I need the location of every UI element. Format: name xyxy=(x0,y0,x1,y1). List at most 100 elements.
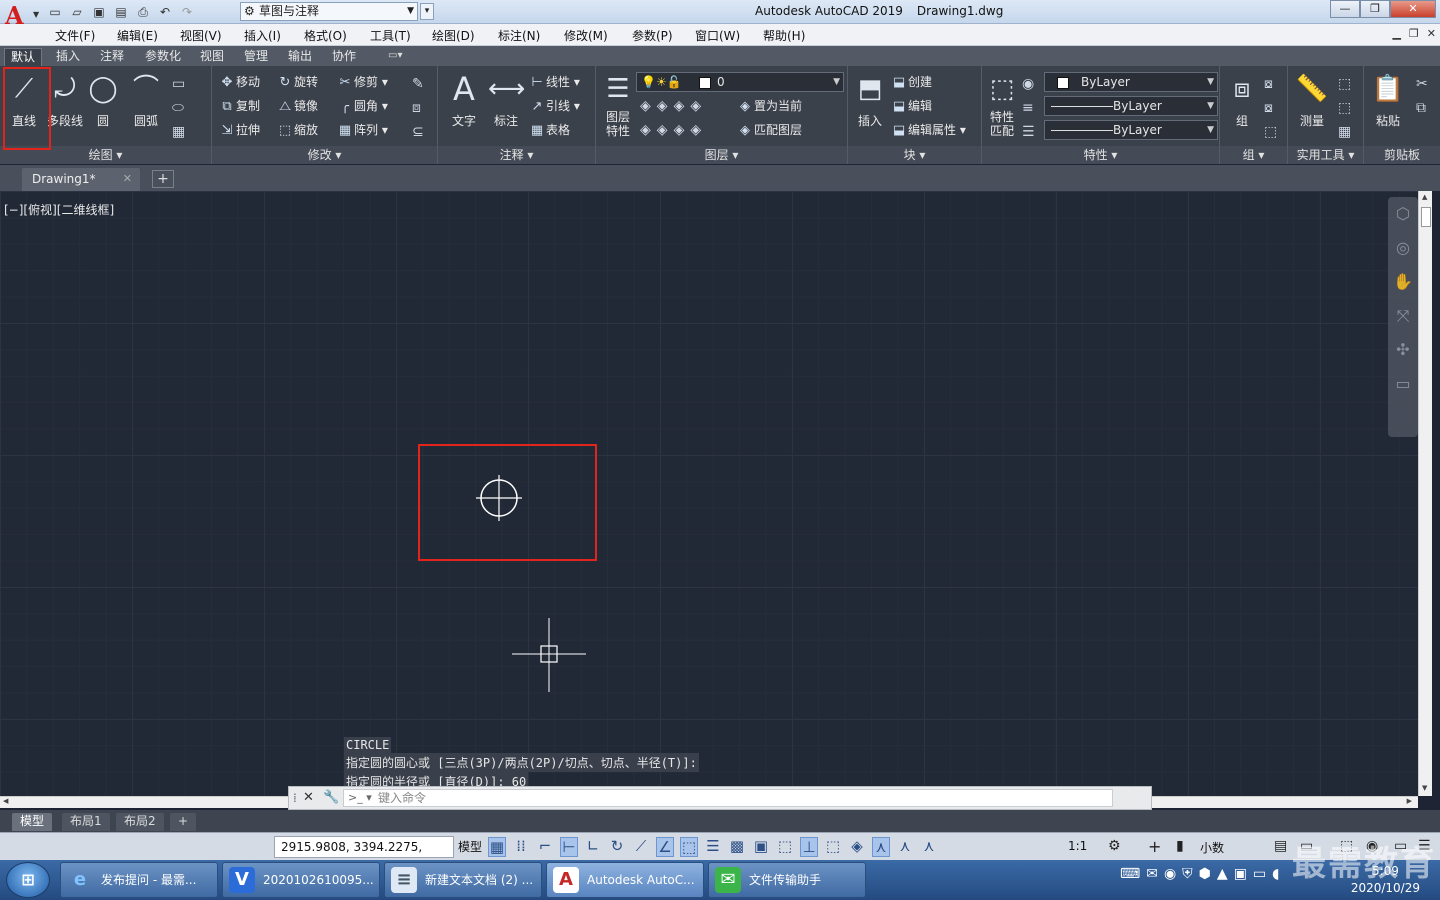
calculator-icon[interactable]: ▦ xyxy=(1338,120,1358,144)
add-layout-button[interactable]: + xyxy=(170,813,197,831)
taskbar-item-notepad[interactable]: ≡ 新建文本文档 (2) ... xyxy=(384,862,542,898)
restore-button[interactable]: ❐ xyxy=(1360,0,1390,18)
lineweight-icon[interactable]: ≡ xyxy=(1022,96,1042,120)
edit-attributes-button[interactable]: ⬓ 编辑属性 ▾ xyxy=(890,120,966,140)
scroll-thumb[interactable] xyxy=(1421,207,1431,227)
minimize-button[interactable]: — xyxy=(1330,0,1360,18)
id-point-icon[interactable]: ⬚ xyxy=(1338,72,1358,96)
vertical-scrollbar[interactable]: ▲ ▼ xyxy=(1418,191,1432,796)
steering-wheel-icon[interactable]: ◎ xyxy=(1388,231,1418,265)
group-button[interactable]: ⧈ 组 xyxy=(1224,70,1260,129)
linear-button[interactable]: ⊢ 线性 ▾ xyxy=(528,72,580,92)
ribbon-toggle-icon[interactable]: ▭▾ xyxy=(388,50,402,61)
utilities-panel-title[interactable]: 实用工具 ▾ xyxy=(1288,146,1363,164)
match-properties-button[interactable]: ⬚ 特性 匹配 xyxy=(984,70,1020,138)
ungroup-icon[interactable]: ⧇ xyxy=(1264,72,1284,96)
match-layer-button[interactable]: ◈ 匹配图层 xyxy=(736,120,802,140)
tab-default[interactable]: 默认 xyxy=(4,48,43,66)
doc-restore-icon[interactable]: ❐ xyxy=(1409,27,1419,40)
units-display[interactable]: 小数 xyxy=(1200,839,1224,856)
tab-annotate[interactable]: 注释 xyxy=(94,48,130,66)
layer-unisolate-icon[interactable]: ◈ xyxy=(657,122,674,138)
pan-icon[interactable]: ✋ xyxy=(1388,265,1418,299)
3d-osnap-icon[interactable]: ⬚ xyxy=(776,837,794,857)
keyboard-icon[interactable]: ⌨ xyxy=(1120,866,1140,882)
properties-panel-title[interactable]: 特性 ▾ xyxy=(982,146,1219,164)
application-menu-button[interactable]: A ▼ xyxy=(2,1,42,30)
menu-view[interactable]: 视图(V) xyxy=(180,27,222,44)
orbit-icon[interactable]: ✣ xyxy=(1388,333,1418,367)
dynamic-ucs-icon[interactable]: ⊥ xyxy=(800,837,818,857)
snap-icon[interactable]: ⁞⁞ xyxy=(512,837,530,857)
insert-block-button[interactable]: ⬒ 插入 xyxy=(852,70,888,129)
taskbar-item-browser[interactable]: e 发布提问 - 最需... xyxy=(60,862,218,898)
selection-cycling-icon[interactable]: ▣ xyxy=(752,837,770,857)
layer-thaw-icon[interactable]: ◈ xyxy=(674,122,691,138)
group-select-icon[interactable]: ⬚ xyxy=(1264,120,1284,144)
volume-icon[interactable]: ◖ xyxy=(1272,866,1279,882)
save-icon[interactable]: ▣ xyxy=(90,3,108,21)
layer-lock-icon[interactable]: ◈ xyxy=(690,98,707,114)
layer-properties-button[interactable]: ☰ 图层 特性 xyxy=(600,70,636,138)
auto-scale-icon[interactable]: ⋏ xyxy=(896,837,914,857)
redo-icon[interactable]: ↷ xyxy=(178,3,196,21)
menu-file[interactable]: 文件(F) xyxy=(55,27,95,44)
close-icon[interactable]: ✕ xyxy=(303,790,314,805)
menu-format[interactable]: 格式(O) xyxy=(304,27,347,44)
drawing-canvas[interactable]: [−][俯视][二维线框] ⬡ ◎ ✋ ⤧ ✣ ▭ ▲ ▼ xyxy=(0,191,1432,796)
taskbar-item-wechat[interactable]: ✉ 文件传输助手 xyxy=(708,862,866,898)
open-folder-icon[interactable]: ▱ xyxy=(68,3,86,21)
menu-help[interactable]: 帮助(H) xyxy=(763,27,805,44)
start-button[interactable]: ⊞ xyxy=(6,862,50,898)
measure-button[interactable]: 📏 测量 xyxy=(1292,70,1332,129)
tab-layout1[interactable]: 布局1 xyxy=(62,813,110,831)
scale-button[interactable]: ⬚ 缩放 xyxy=(276,120,318,140)
menu-dimension[interactable]: 标注(N) xyxy=(498,27,540,44)
explode-icon[interactable]: ⊆ xyxy=(412,120,434,144)
wrench-icon[interactable]: 🔧 xyxy=(323,790,339,805)
dynamic-input-icon[interactable]: ⊢ xyxy=(560,837,578,857)
annotation-scale-icon[interactable]: ⋏ xyxy=(920,837,938,857)
block-panel-title[interactable]: 块 ▾ xyxy=(848,146,981,164)
file-tab-drawing1[interactable]: Drawing1* ✕ xyxy=(22,168,140,191)
close-button[interactable]: ✕ xyxy=(1390,0,1436,18)
grid-icon[interactable]: ▦ xyxy=(488,837,506,857)
color-select[interactable]: ByLayer ▼ xyxy=(1044,72,1218,92)
showmotion-icon[interactable]: ▭ xyxy=(1388,367,1418,401)
taskbar-item-autocad[interactable]: A Autodesk AutoC... xyxy=(546,862,704,898)
region-icon[interactable]: ▦ xyxy=(172,120,206,144)
object-snap-tracking-icon[interactable]: ∠ xyxy=(656,837,674,857)
tab-model[interactable]: 模型 xyxy=(12,813,53,831)
tab-parametric[interactable]: 参数化 xyxy=(139,48,187,66)
doc-close-icon[interactable]: ✕ xyxy=(1427,27,1436,40)
quick-select-icon[interactable]: ⬚ xyxy=(1338,96,1358,120)
layer-unlock-icon[interactable]: ◈ xyxy=(690,122,707,138)
copy-icon[interactable]: ⧉ xyxy=(1416,96,1436,120)
tab-layout2[interactable]: 布局2 xyxy=(116,813,164,831)
object-snap-icon[interactable]: ⬚ xyxy=(680,837,698,857)
workspace-switch-gear-icon[interactable]: ⚙ xyxy=(1108,838,1121,854)
new-tab-button[interactable]: + xyxy=(152,170,174,188)
menu-parametric[interactable]: 参数(P) xyxy=(632,27,673,44)
array-button[interactable]: ▦ 阵列 ▾ xyxy=(336,120,388,140)
groups-panel-title[interactable]: 组 ▾ xyxy=(1220,146,1287,164)
menu-draw[interactable]: 绘图(D) xyxy=(432,27,475,44)
gizmo-icon[interactable]: ◈ xyxy=(848,837,866,857)
set-current-button[interactable]: ◈ 置为当前 xyxy=(736,96,802,116)
tab-output[interactable]: 输出 xyxy=(282,48,318,66)
layer-select[interactable]: 💡☀🔓 0 ▼ xyxy=(636,72,844,92)
tab-insert[interactable]: 插入 xyxy=(50,48,86,66)
tab-view[interactable]: 视图 xyxy=(194,48,230,66)
annotation-monitor-icon[interactable]: + xyxy=(1148,837,1161,856)
trim-button[interactable]: ✂ 修剪 ▾ xyxy=(336,72,388,92)
edit-block-button[interactable]: ⬓ 编辑 xyxy=(890,96,932,116)
transparency-icon[interactable]: ▩ xyxy=(728,837,746,857)
erase-icon[interactable]: ✎ xyxy=(412,72,434,96)
isodraft-icon[interactable]: ⟋ xyxy=(632,837,650,857)
grip-icon[interactable]: ⁞ xyxy=(293,791,297,805)
polar-icon[interactable]: ↻ xyxy=(608,837,626,857)
quick-properties-icon[interactable]: ▤ xyxy=(1274,838,1287,854)
hatch-icon[interactable]: ⬭ xyxy=(172,96,206,120)
annotation-panel-title[interactable]: 注释 ▾ xyxy=(438,146,595,164)
command-input[interactable]: >_ ▾ 键入命令 xyxy=(343,789,1113,807)
